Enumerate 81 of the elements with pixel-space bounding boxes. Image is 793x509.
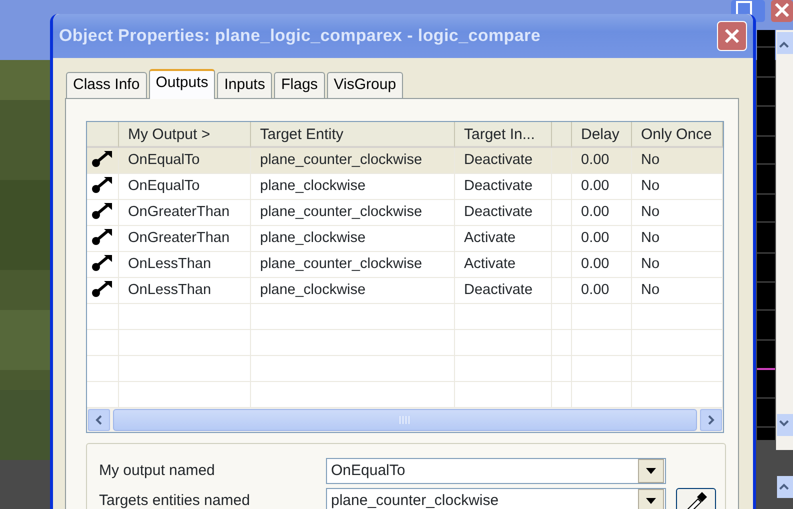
column-header[interactable]: Target In... — [455, 122, 552, 148]
table-cell: OnEqualTo — [119, 174, 251, 200]
table-cell: Activate — [455, 226, 552, 252]
output-connection-icon — [91, 278, 115, 298]
table-cell: plane_clockwise — [251, 278, 455, 304]
table-cell: plane_counter_clockwise — [251, 148, 455, 174]
tab[interactable]: Outputs — [148, 69, 216, 99]
output-connection-icon — [91, 252, 115, 272]
table-cell: plane_counter_clockwise — [251, 252, 455, 278]
table-cell: Deactivate — [455, 148, 552, 174]
table-cell: No — [632, 226, 723, 252]
empty-table-cell — [572, 356, 632, 382]
table-cell: OnEqualTo — [119, 148, 251, 174]
empty-table-cell — [552, 304, 572, 330]
eyedropper-button[interactable] — [676, 488, 716, 509]
table-cell: 0.00 — [572, 174, 632, 200]
column-header[interactable]: Target Entity — [251, 122, 455, 148]
column-header[interactable]: Delay — [572, 122, 632, 148]
table-cell: plane_clockwise — [251, 226, 455, 252]
table-cell: OnGreaterThan — [119, 200, 251, 226]
table-cell: No — [632, 174, 723, 200]
output-connection-icon — [91, 148, 115, 168]
table-cell: OnLessThan — [119, 278, 251, 304]
scroll-down-icon[interactable] — [777, 414, 793, 436]
caret-icon — [646, 468, 656, 474]
empty-table-cell — [87, 356, 119, 382]
table-cell: Deactivate — [455, 278, 552, 304]
selected-row[interactable]: OnEqualTo plane_counter_clockwise Deactivate 0.00 No — [87, 148, 723, 174]
dropdown-field[interactable]: plane_counter_clockwise — [326, 488, 666, 509]
table-cell: plane_clockwise — [251, 174, 455, 200]
window-title: Object Properties: plane_logic_comparex - logic_compare — [59, 25, 540, 48]
empty-table-cell — [87, 330, 119, 356]
caret-icon — [646, 498, 656, 504]
tab[interactable]: Class Info — [66, 72, 147, 98]
table-cell: OnLessThan — [119, 252, 251, 278]
scroll-left-icon[interactable] — [88, 409, 110, 431]
table-cell — [552, 252, 572, 278]
tab[interactable]: Flags — [274, 72, 325, 98]
table-cell: 0.00 — [572, 252, 632, 278]
column-header[interactable]: My Output > — [119, 122, 251, 148]
table-cell: No — [632, 278, 723, 304]
dropdown-field[interactable]: OnEqualTo — [326, 458, 666, 484]
table-cell: OnGreaterThan — [119, 226, 251, 252]
close-icon — [723, 27, 741, 45]
table-cell: 0.00 — [572, 148, 632, 174]
table-cell: No — [632, 200, 723, 226]
empty-table-cell — [572, 304, 632, 330]
table-cell: 0.00 — [572, 200, 632, 226]
table-cell — [552, 200, 572, 226]
column-header[interactable]: Only Once — [632, 122, 723, 148]
dropdown-arrow-button[interactable] — [638, 459, 664, 483]
dropdown-arrow-button[interactable] — [638, 489, 664, 509]
table-cell: Deactivate — [455, 174, 552, 200]
scroll-right-icon[interactable] — [700, 409, 722, 431]
table-cell — [552, 226, 572, 252]
output-connection-icon — [91, 226, 115, 246]
table-cell: No — [632, 148, 723, 174]
table-cell: plane_counter_clockwise — [251, 200, 455, 226]
horizontal-scrollbar[interactable] — [87, 408, 723, 432]
close-button[interactable] — [717, 21, 747, 51]
scroll-thumb[interactable] — [113, 409, 697, 431]
tab[interactable]: Inputs — [217, 72, 272, 98]
table-cell: 0.00 — [572, 226, 632, 252]
table-cell — [552, 174, 572, 200]
table-cell — [552, 278, 572, 304]
close-icon[interactable] — [771, 0, 793, 22]
empty-table-cell — [572, 330, 632, 356]
output-connection-icon — [91, 200, 115, 220]
scroll-up-icon[interactable] — [777, 32, 793, 54]
scroll-up-icon[interactable] — [777, 476, 793, 498]
empty-table-cell — [552, 330, 572, 356]
output-connection-icon — [91, 174, 115, 194]
tab[interactable]: VisGroup — [326, 72, 404, 98]
table-cell: No — [632, 252, 723, 278]
field-label: Targets entities named — [99, 490, 251, 509]
table-cell — [552, 148, 572, 174]
table-cell: 0.00 — [572, 278, 632, 304]
empty-table-cell — [552, 356, 572, 382]
field-label: My output named — [99, 460, 216, 481]
table-cell: Deactivate — [455, 200, 552, 226]
table-cell: Activate — [455, 252, 552, 278]
